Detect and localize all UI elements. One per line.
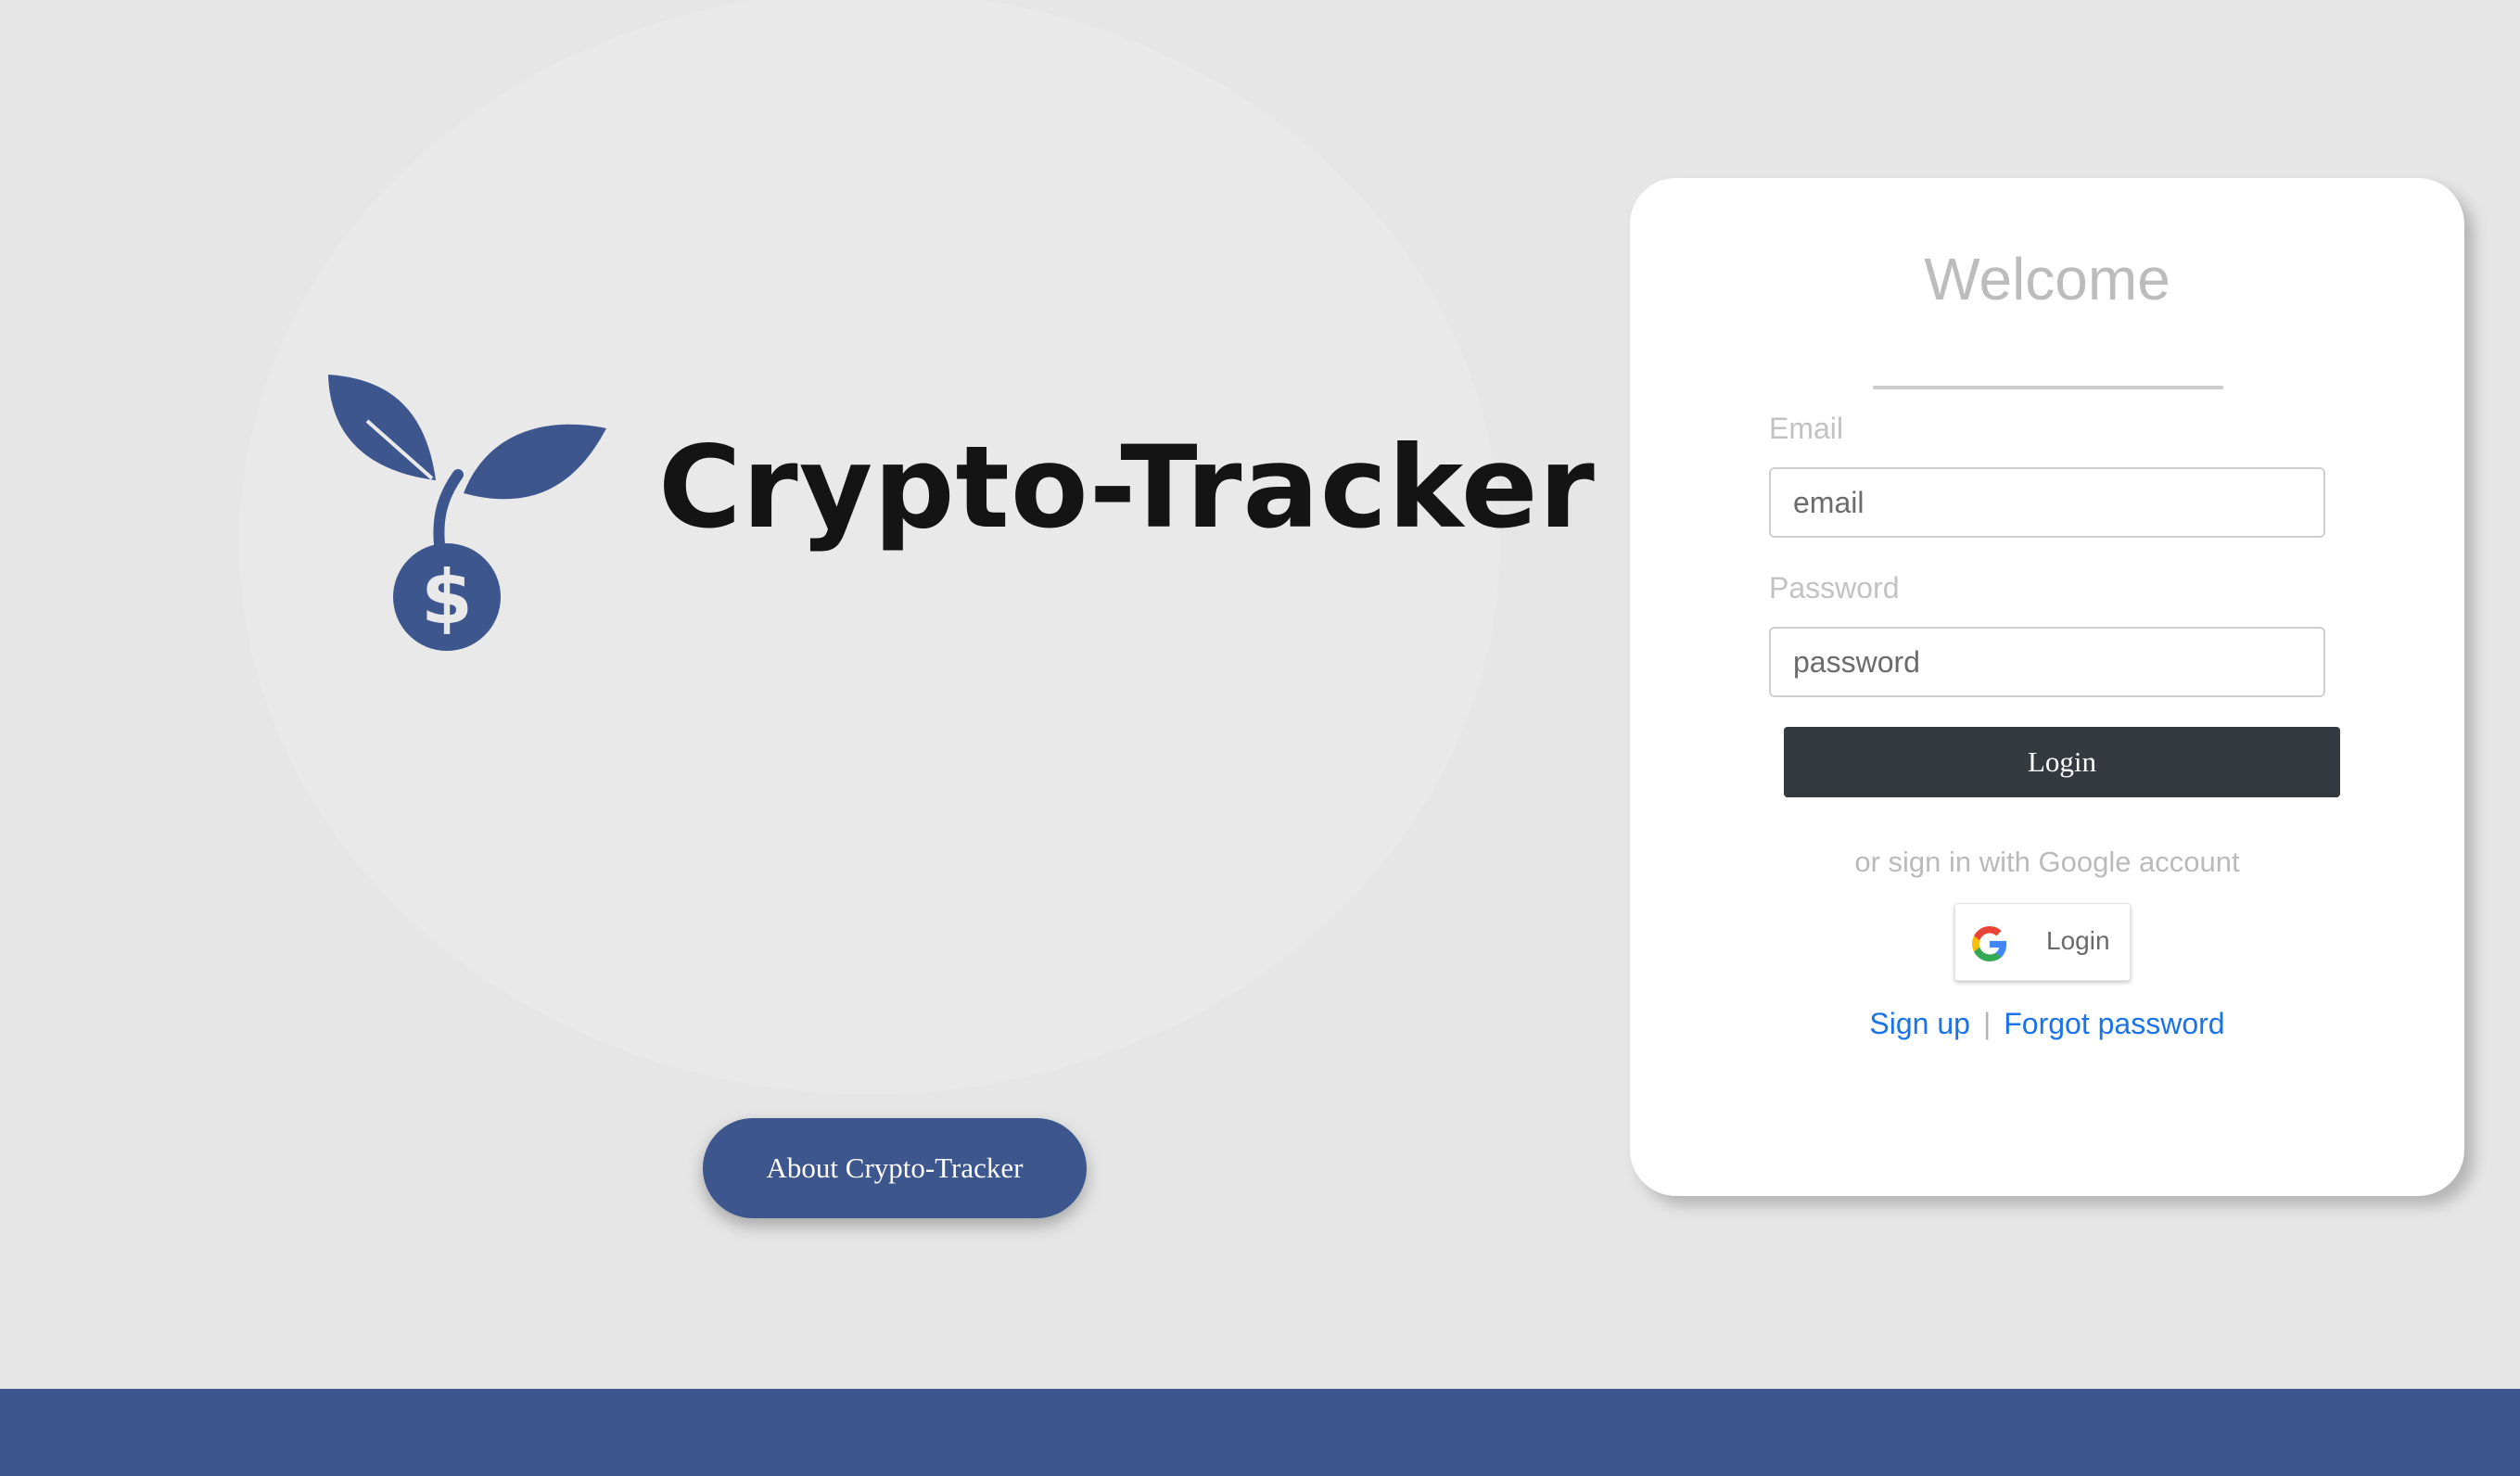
password-input[interactable] bbox=[1769, 627, 2325, 697]
welcome-title: Welcome bbox=[1924, 246, 2170, 312]
login-card: Welcome Email Password Login or sign in … bbox=[1630, 178, 2464, 1196]
link-separator: | bbox=[1982, 1007, 1992, 1040]
brand-logo: $ Crypto-Tracker bbox=[323, 371, 1595, 668]
money-plant-icon: $ bbox=[328, 375, 606, 651]
alt-sign-in-text: or sign in with Google account bbox=[1854, 846, 2240, 878]
email-input[interactable] bbox=[1769, 467, 2325, 538]
google-login-label: Login bbox=[2046, 926, 2110, 955]
title-divider bbox=[1873, 386, 2223, 389]
login-page: $ Crypto-Tracker About Crypto-Tracker We… bbox=[0, 0, 2520, 1476]
login-button[interactable]: Login bbox=[1784, 727, 2340, 797]
brand-wordmark: Crypto-Tracker bbox=[658, 422, 1596, 554]
auth-links: Sign up | Forgot password bbox=[1630, 1007, 2464, 1041]
google-login-button[interactable]: Login bbox=[1954, 903, 2131, 981]
forgot-password-link[interactable]: Forgot password bbox=[2004, 1007, 2224, 1040]
signup-link[interactable]: Sign up bbox=[1869, 1007, 1970, 1040]
password-label: Password bbox=[1769, 571, 1900, 604]
about-button[interactable]: About Crypto-Tracker bbox=[703, 1118, 1087, 1218]
footer-bar bbox=[0, 1389, 2520, 1476]
svg-text:$: $ bbox=[421, 554, 473, 641]
email-label: Email bbox=[1769, 412, 1844, 445]
google-g-icon bbox=[1972, 926, 2007, 961]
